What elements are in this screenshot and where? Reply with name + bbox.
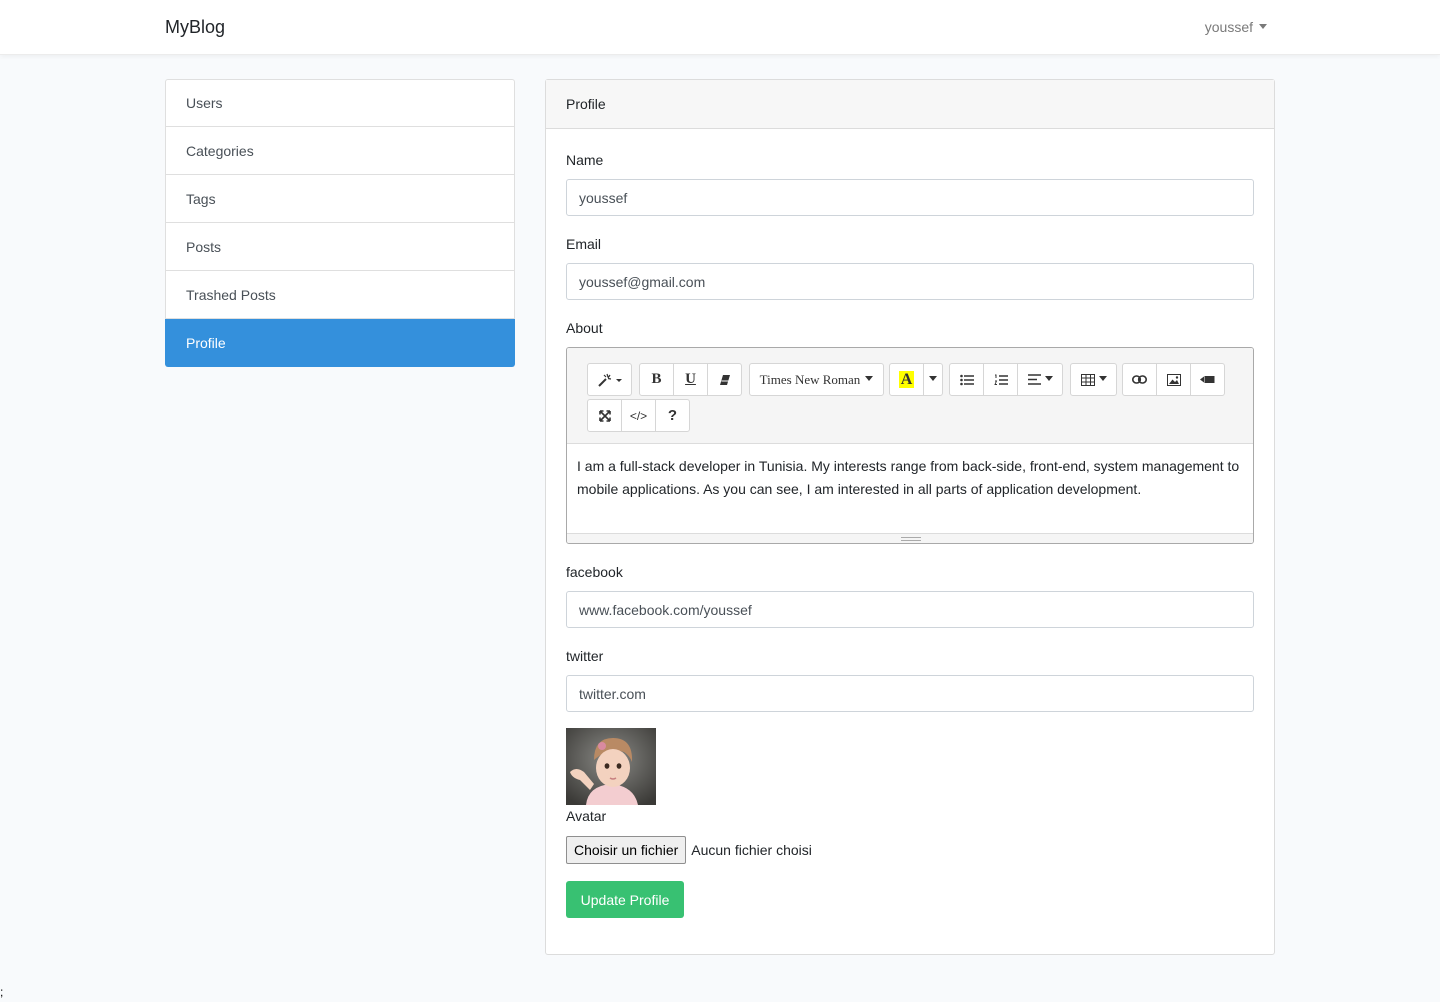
magic-icon[interactable] [587,363,632,396]
video-icon[interactable] [1190,363,1225,396]
chevron-down-icon [865,376,874,381]
facebook-label: facebook [566,564,623,580]
facebook-input[interactable]: www.facebook.com/youssef [566,591,1254,628]
eraser-icon[interactable] [707,363,742,396]
insert-group [1122,363,1225,396]
profile-card: Profile Name youssef Email youssef@gmail… [545,79,1275,955]
font-name-group: Times New Roman [749,363,884,396]
code-view-icon[interactable]: </> [621,399,656,432]
underline-icon[interactable]: U [673,363,708,396]
ordered-list-icon[interactable] [983,363,1018,396]
align-icon[interactable] [1017,363,1063,396]
resize-handle-icon[interactable] [901,537,921,541]
color-group: A [889,363,943,396]
paragraph-group [949,363,1063,396]
user-dropdown[interactable]: youssef [1205,19,1267,35]
sidebar-item-categories[interactable]: Categories [165,127,515,175]
sidebar-item-profile[interactable]: Profile [165,319,515,367]
font-style-group: B U [639,363,742,396]
twitter-input[interactable]: twitter.com [566,675,1254,712]
link-icon[interactable] [1122,363,1157,396]
name-label: Name [566,152,604,168]
twitter-label: twitter [566,648,604,664]
font-name-value: Times New Roman [759,371,861,387]
sidebar-item-users[interactable]: Users [165,79,515,127]
stray-text: ; [0,985,4,999]
fullscreen-icon[interactable] [587,399,622,432]
bold-icon[interactable]: B [639,363,674,396]
about-label: About [566,320,603,336]
view-group: </> ? [587,399,690,432]
style-group [587,363,632,396]
avatar-file-input: Choisir un fichier Aucun fichier choisi [566,836,812,864]
table-icon[interactable] [1070,363,1117,396]
about-editable-area[interactable]: I am a full-stack developer in Tunisia. … [567,444,1253,533]
color-dropdown-icon[interactable] [923,363,943,396]
unordered-list-icon[interactable] [949,363,984,396]
picture-icon[interactable] [1156,363,1191,396]
avatar-image [566,728,656,805]
choose-file-button[interactable]: Choisir un fichier [566,836,687,864]
about-rich-editor: B U Times New Roman A </> ? I am a full-… [566,347,1254,544]
help-icon[interactable]: ? [655,399,690,432]
editor-resize-bar[interactable] [567,533,1253,543]
file-status-text: Aucun fichier choisi [691,842,812,858]
font-name-dropdown[interactable]: Times New Roman [749,363,884,396]
sidebar-nav: Users Categories Tags Posts Trashed Post… [165,79,515,367]
name-input[interactable]: youssef [566,179,1254,216]
table-group [1070,363,1117,396]
font-color-icon[interactable]: A [889,363,924,396]
top-navbar: MyBlog youssef [0,0,1440,55]
sidebar-item-trashed-posts[interactable]: Trashed Posts [165,271,515,319]
sidebar-item-posts[interactable]: Posts [165,223,515,271]
caret-down-icon [1259,23,1267,29]
sidebar-item-tags[interactable]: Tags [165,175,515,223]
update-profile-button[interactable]: Update Profile [566,881,684,918]
email-label: Email [566,236,602,252]
brand-link[interactable]: MyBlog [165,17,225,38]
card-title: Profile [546,80,1274,129]
user-name: youssef [1204,19,1253,35]
email-input[interactable]: youssef@gmail.com [566,263,1254,300]
avatar-label: Avatar [566,808,607,824]
editor-toolbar: B U Times New Roman A </> ? [567,348,1253,444]
